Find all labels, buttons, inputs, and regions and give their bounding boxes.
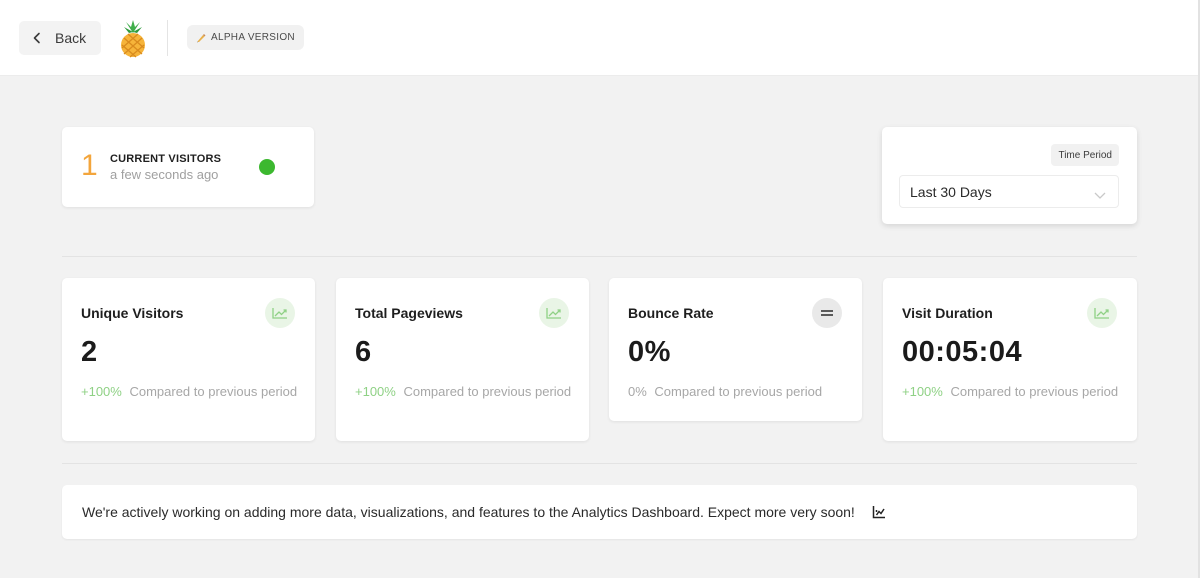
top-bar: Back ALPHA VERSION (0, 0, 1198, 76)
pencil-icon (196, 33, 206, 43)
stat-card-total-pageviews: Total Pageviews 6 +100% Compared to prev… (336, 278, 589, 441)
stat-title: Total Pageviews (355, 305, 463, 321)
stat-card-bounce-rate: Bounce Rate 0% 0% Compared to previous p… (609, 278, 862, 421)
time-period-selected: Last 30 Days (910, 183, 992, 200)
stat-title: Bounce Rate (628, 305, 714, 321)
stat-delta: 0% (628, 384, 647, 399)
notice-banner: We're actively working on adding more da… (62, 485, 1137, 539)
stat-compare-text: Compared to previous period (129, 384, 298, 399)
stat-title: Unique Visitors (81, 305, 184, 321)
notice-text: We're actively working on adding more da… (82, 504, 855, 520)
stat-value: 6 (355, 336, 372, 368)
stat-value: 0% (628, 336, 671, 368)
pineapple-logo (116, 18, 150, 58)
stat-compare-text: Compared to previous period (654, 384, 823, 399)
stat-title: Visit Duration (902, 305, 993, 321)
stat-value: 2 (81, 336, 98, 368)
section-divider (62, 256, 1137, 257)
equals-icon (812, 298, 842, 328)
trend-up-icon (539, 298, 569, 328)
current-visitors-count: 1 (81, 149, 98, 182)
current-visitors-updated: a few seconds ago (110, 167, 219, 182)
stat-comparison: 0% Compared to previous period (628, 381, 868, 402)
stat-compare-text: Compared to previous period (950, 384, 1119, 399)
trend-up-icon (265, 298, 295, 328)
live-status-indicator (259, 159, 275, 175)
time-period-label: Time Period (1051, 144, 1119, 166)
stat-card-unique-visitors: Unique Visitors 2 +100% Compared to prev… (62, 278, 315, 441)
stat-value: 00:05:04 (902, 336, 1023, 368)
time-period-card: Time Period Last 30 Days (882, 127, 1137, 224)
stat-delta: +100% (902, 384, 943, 399)
section-divider (62, 463, 1137, 464)
current-visitors-title: CURRENT VISITORS (110, 153, 222, 165)
chevron-down-icon (1094, 187, 1106, 199)
current-visitors-card: 1 CURRENT VISITORS a few seconds ago (62, 127, 314, 207)
stat-comparison: +100% Compared to previous period (902, 381, 1122, 402)
stat-delta: +100% (81, 384, 122, 399)
bar-chart-icon (872, 505, 886, 519)
stat-comparison: +100% Compared to previous period (81, 381, 301, 402)
stat-card-visit-duration: Visit Duration 00:05:04 +100% Compared t… (883, 278, 1137, 441)
header-divider (167, 20, 168, 56)
stat-compare-text: Compared to previous period (403, 384, 572, 399)
stat-comparison: +100% Compared to previous period (355, 381, 575, 402)
alpha-badge-label: ALPHA VERSION (211, 32, 295, 43)
back-button-label: Back (55, 30, 87, 46)
time-period-select[interactable]: Last 30 Days (899, 175, 1119, 208)
chevron-left-icon (31, 32, 43, 44)
stat-delta: +100% (355, 384, 396, 399)
alpha-badge: ALPHA VERSION (187, 25, 304, 50)
back-button[interactable]: Back (19, 21, 101, 55)
trend-up-icon (1087, 298, 1117, 328)
